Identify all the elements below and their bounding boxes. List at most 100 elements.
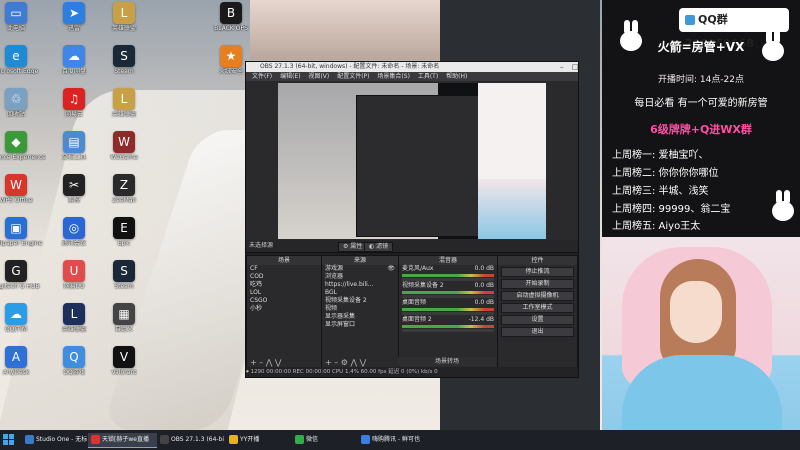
desktop-icon[interactable]: ◆GeForce Experience xyxy=(0,131,46,161)
remove-icon[interactable]: – xyxy=(259,358,263,367)
move-down-icon[interactable]: ⋁ xyxy=(275,358,282,367)
rank-5: 上周榜五: Aiyo王太 xyxy=(612,221,701,232)
source-item[interactable]: 显示屏窗口 xyxy=(322,321,398,329)
app-icon: ▭ xyxy=(5,2,27,24)
mixer-channel: 桌面音频 2 -12.4 dB xyxy=(399,316,497,332)
properties-button[interactable]: ⚙ 属性 xyxy=(338,242,368,252)
start-recording-button[interactable]: 开始录制 xyxy=(501,279,574,289)
taskbar-studio-one[interactable]: Studio One - 无标 xyxy=(22,433,87,447)
menu-profile[interactable]: 配置文件(P) xyxy=(337,73,369,80)
stop-streaming-button[interactable]: 停止推流 xyxy=(501,267,574,277)
app-icon: L xyxy=(63,303,85,325)
move-down-icon[interactable]: ⋁ xyxy=(360,358,367,367)
taskbar-wechat[interactable]: 微信 xyxy=(292,433,357,447)
desktop-icon-label: 回收站 xyxy=(6,111,25,118)
desktop-icon[interactable]: eMicrosoft Edge xyxy=(0,45,46,75)
app-icon: ☁ xyxy=(63,45,85,67)
volume-meter xyxy=(402,291,494,294)
app-icon: e xyxy=(5,45,27,67)
app-icon: ★ xyxy=(220,45,242,67)
app-icon: U xyxy=(63,260,85,282)
volume-slider[interactable] xyxy=(402,329,494,332)
source-item[interactable]: 游戏源 👁 xyxy=(322,265,398,273)
desktop-icon[interactable]: ▭ 此电脑 xyxy=(0,2,46,32)
menu-tools[interactable]: 工具(T) xyxy=(418,73,438,80)
desktop-icon[interactable]: Z ZeeMail xyxy=(94,174,154,204)
taskbar-browser[interactable]: 天锁[赫子we直播 xyxy=(88,433,157,448)
desktop-icon[interactable]: B BLACK OPS xyxy=(201,2,261,32)
scene-item[interactable]: CSGO xyxy=(247,297,321,305)
taskbar-yy[interactable]: YY开播 xyxy=(226,433,291,447)
taskbar-obs[interactable]: OBS 27.1.3 (64-bi xyxy=(157,433,226,447)
desktop-icon[interactable]: W WPS Office xyxy=(0,174,46,204)
menu-scene-collection[interactable]: 场景集合(S) xyxy=(377,73,410,80)
desktop-icon[interactable]: S Steam xyxy=(94,260,154,290)
desktop-icon[interactable]: ▦ 自定义 xyxy=(94,303,154,333)
desktop-icon[interactable]: E Epic xyxy=(94,217,154,247)
desktop-icon[interactable]: GLogitech G HUB xyxy=(0,260,46,290)
filters-button[interactable]: ◐ 滤镜 xyxy=(364,242,394,252)
desktop-icon-label: Epic xyxy=(117,240,131,247)
desktop-icon[interactable]: L 英雄联盟 xyxy=(94,2,154,32)
obs-preview[interactable] xyxy=(278,83,546,239)
app-icon: W xyxy=(5,174,27,196)
scene-item[interactable]: LOL xyxy=(247,289,321,297)
volume-slider[interactable] xyxy=(402,312,494,315)
scene-item[interactable]: 小秒 xyxy=(247,305,321,313)
remove-icon[interactable]: – xyxy=(334,358,338,367)
studio-mode-button[interactable]: 工作室模式 xyxy=(501,303,574,313)
tencent-icon xyxy=(361,435,370,444)
settings-button[interactable]: 设置 xyxy=(501,315,574,325)
eye-icon[interactable]: 👁 xyxy=(387,265,395,273)
taskbar-tencent[interactable]: 嗨购腾讯 - 鲜可也 xyxy=(358,433,427,447)
source-item[interactable]: 浏览器 xyxy=(322,273,398,281)
app-icon: A xyxy=(5,346,27,368)
gear-icon[interactable]: ⚙ xyxy=(341,358,348,367)
scene-item[interactable]: CF xyxy=(247,265,321,273)
streamer-face xyxy=(670,281,722,343)
add-icon[interactable]: + xyxy=(325,358,332,367)
desktop-icon[interactable]: ☁ QQ/TIM xyxy=(0,303,46,333)
desktop-icon[interactable]: ♲ 回收站 xyxy=(0,88,46,118)
app-icon: ♲ xyxy=(5,88,27,110)
menu-view[interactable]: 视图(V) xyxy=(308,73,329,80)
move-up-icon[interactable]: ⋀ xyxy=(351,358,358,367)
source-item[interactable]: 视频 xyxy=(322,305,398,313)
desktop-icon[interactable]: V Valorant xyxy=(94,346,154,376)
app-icon: G xyxy=(5,260,27,282)
source-item[interactable]: https://live.bili... xyxy=(322,281,398,289)
desktop-icon[interactable]: S Steam xyxy=(94,45,154,75)
desktop-icon-label: WPS Office xyxy=(0,197,33,204)
app-icon: ➤ xyxy=(63,2,85,24)
close-icon[interactable]: × xyxy=(569,62,589,72)
desktop-icon[interactable]: W WeGame xyxy=(94,131,154,161)
menu-help[interactable]: 帮助(H) xyxy=(446,73,467,80)
scene-item[interactable]: COD xyxy=(247,273,321,281)
menu-file[interactable]: 文件(F) xyxy=(252,73,272,80)
source-item[interactable]: 视频采集设备 2 xyxy=(322,297,398,305)
app-icon: S xyxy=(113,260,135,282)
virtual-camera-button[interactable]: 启动虚拟摄像机 xyxy=(501,291,574,301)
volume-slider[interactable] xyxy=(402,278,494,281)
scene-transition-label[interactable]: 场景转场 xyxy=(398,357,496,366)
exit-button[interactable]: 退出 xyxy=(501,327,574,337)
source-item[interactable]: 显示器采集 xyxy=(322,313,398,321)
source-toolbar: 未选择源 ⚙ 属性 ◐ 滤镜 xyxy=(246,240,578,252)
menu-edit[interactable]: 编辑(E) xyxy=(280,73,300,80)
desktop-icon[interactable]: L 英雄联盟 xyxy=(94,88,154,118)
obs-title-bar[interactable]: OBS 27.1.3 (64-bit, windows) - 配置文件: 未命名… xyxy=(246,62,589,72)
scene-item[interactable]: 吃鸡 xyxy=(247,281,321,289)
desktop-icon-label: ZeeMail xyxy=(112,197,136,204)
move-up-icon[interactable]: ⋀ xyxy=(266,358,273,367)
desktop-icon-label: AnyDesk xyxy=(2,369,30,376)
desktop-icon[interactable]: ▣Wallpaper Engine xyxy=(0,217,46,247)
add-icon[interactable]: + xyxy=(250,358,257,367)
desktop-icon-label: WeGame xyxy=(110,154,138,161)
desktop-icon[interactable]: A AnyDesk xyxy=(0,346,46,376)
source-item[interactable]: BGL xyxy=(322,289,398,297)
app-icon: V xyxy=(113,346,135,368)
start-icon[interactable] xyxy=(3,434,15,446)
rank-2: 上周榜二: 你你你你哪位 xyxy=(612,168,719,179)
volume-slider[interactable] xyxy=(402,295,494,298)
yy-icon xyxy=(229,435,238,444)
